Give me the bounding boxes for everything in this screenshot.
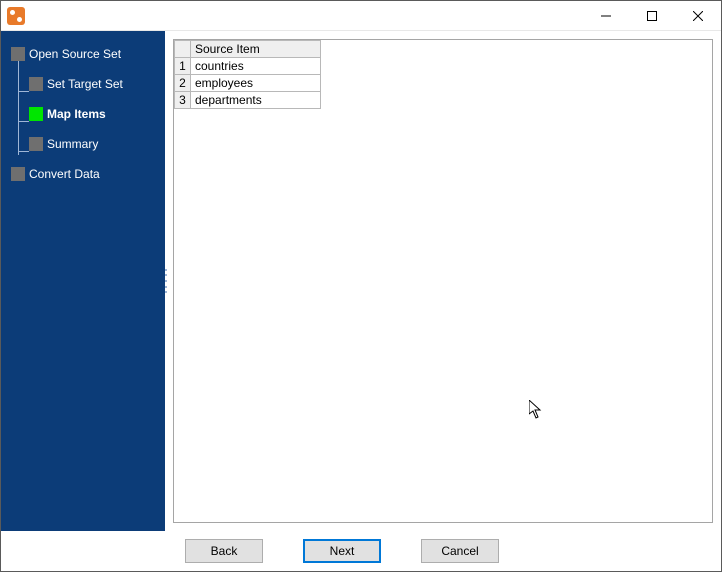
step-label: Set Target Set — [47, 77, 123, 91]
step-box-icon — [29, 77, 43, 91]
step-set-target-set[interactable]: Set Target Set — [11, 69, 165, 99]
step-convert-data[interactable]: Convert Data — [11, 159, 165, 189]
table-row[interactable]: 1 countries — [175, 58, 321, 75]
close-button[interactable] — [675, 1, 721, 30]
row-number: 1 — [175, 58, 191, 75]
step-label: Map Items — [47, 107, 106, 121]
minimize-button[interactable] — [583, 1, 629, 30]
step-box-icon — [11, 167, 25, 181]
row-number: 3 — [175, 92, 191, 109]
window-controls — [583, 1, 721, 30]
step-label: Convert Data — [29, 167, 100, 181]
step-box-icon — [29, 107, 43, 121]
table-row[interactable]: 3 departments — [175, 92, 321, 109]
source-items-panel: Source Item 1 countries 2 employees 3 de… — [173, 39, 713, 523]
wizard-button-row: Back Next Cancel — [1, 531, 721, 571]
content-area: Source Item 1 countries 2 employees 3 de… — [165, 31, 721, 531]
app-icon — [7, 7, 25, 25]
titlebar — [1, 1, 721, 31]
back-button[interactable]: Back — [185, 539, 263, 563]
wizard-window: Open Source Set Set Target Set Map Items… — [0, 0, 722, 572]
next-button[interactable]: Next — [303, 539, 381, 563]
splitter-handle[interactable] — [163, 267, 168, 295]
step-label: Open Source Set — [29, 47, 121, 61]
wizard-steps-sidebar: Open Source Set Set Target Set Map Items… — [1, 31, 165, 531]
cancel-button[interactable]: Cancel — [421, 539, 499, 563]
step-map-items[interactable]: Map Items — [11, 99, 165, 129]
step-summary[interactable]: Summary — [11, 129, 165, 159]
row-number: 2 — [175, 75, 191, 92]
step-open-source-set[interactable]: Open Source Set — [11, 39, 165, 69]
table-row[interactable]: 2 employees — [175, 75, 321, 92]
step-box-icon — [11, 47, 25, 61]
col-header-source-item[interactable]: Source Item — [191, 41, 321, 58]
source-item-cell[interactable]: departments — [191, 92, 321, 109]
source-item-cell[interactable]: countries — [191, 58, 321, 75]
maximize-button[interactable] — [629, 1, 675, 30]
step-box-icon — [29, 137, 43, 151]
source-items-table[interactable]: Source Item 1 countries 2 employees 3 de… — [174, 40, 321, 109]
row-header-blank — [175, 41, 191, 58]
source-item-cell[interactable]: employees — [191, 75, 321, 92]
step-label: Summary — [47, 137, 98, 151]
